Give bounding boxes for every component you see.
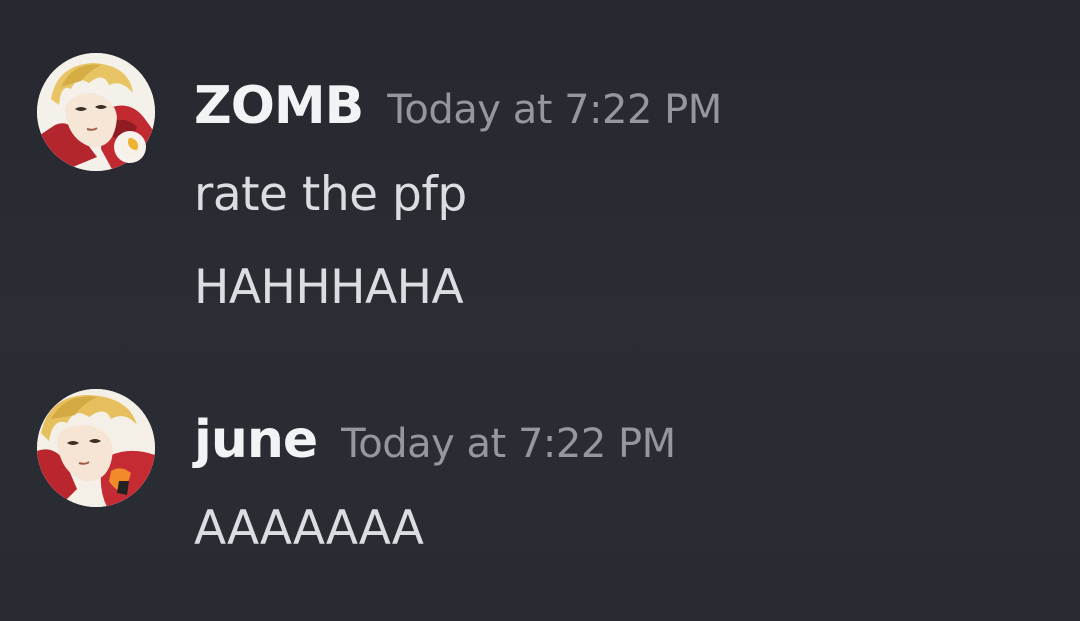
message-header: ZOMB Today at 7:22 PM: [194, 74, 722, 142]
avatar[interactable]: [37, 389, 155, 507]
avatar-image: [37, 389, 155, 507]
message-text: HAHHHAHA: [194, 260, 464, 315]
timestamp[interactable]: Today at 7:22 PM: [341, 412, 676, 476]
username[interactable]: ZOMB: [194, 74, 364, 138]
chat-messages: ZOMB Today at 7:22 PM rate the pfp HAHHHA…: [0, 0, 1080, 621]
timestamp[interactable]: Today at 7:22 PM: [387, 78, 722, 142]
idle-status-icon: [114, 131, 146, 163]
username[interactable]: june: [194, 408, 318, 472]
message-text: AAAAAAA: [194, 501, 424, 556]
message-text: rate the pfp: [194, 167, 467, 222]
message-header: june Today at 7:22 PM: [194, 408, 676, 476]
